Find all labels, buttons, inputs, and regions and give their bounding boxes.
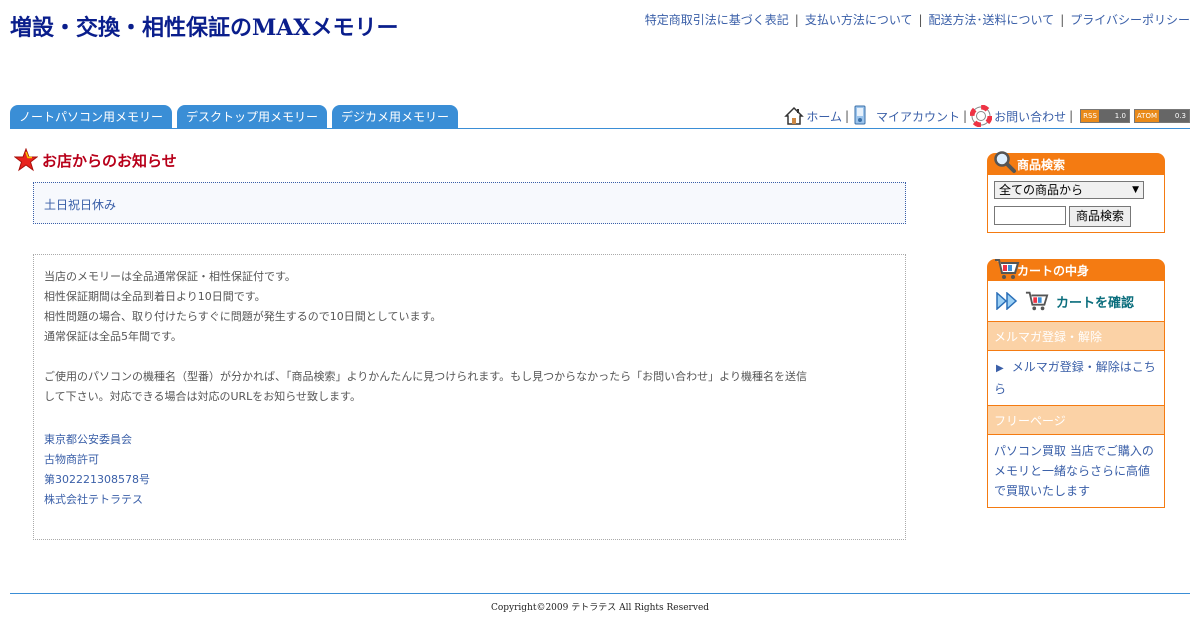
fast-forward-icon [996,292,1018,310]
search-info: ご使用のパソコンの機種名（型番）が分かれば、「商品検索」よりかんたんに見つけられ… [44,367,895,407]
footer-divider [10,593,1190,594]
info-line: 当店のメモリーは全品通常保証・相性保証付です。 [44,270,296,283]
notice-heading: お店からのお知らせ [14,148,177,172]
search-button[interactable]: 商品検索 [1069,206,1132,227]
top-links: 特定商取引法に基づく表記 | 支払い方法について | 配送方法･送料について | プライバシ… [645,11,1190,28]
top-link-privacy[interactable]: プライバシーポリシー [1070,13,1190,27]
contact-link[interactable]: お問い合わせ [970,105,1066,127]
category-tabs: ノートパソコン用メモリー デスクトップ用メモリー デジカメ用メモリー [10,105,459,129]
star-icon [14,148,38,172]
search-panel-header: 商品検索 [987,151,1165,175]
guarantee-info: 当店のメモリーは全品通常保証・相性保証付です。 相性保証期間は全品到着日より10… [44,267,895,347]
cart-panel-header: カートの中身 [987,259,1165,281]
account-icon [854,105,866,125]
registration-line[interactable]: 古物商許可 [44,450,895,470]
separator: | [794,13,799,27]
atom-badge[interactable]: ATOM 0.3 [1133,109,1190,123]
tab-camera-memory[interactable]: デジカメ用メモリー [332,105,459,129]
newsletter-link[interactable]: メルマガ登録・解除はこちら [994,360,1156,396]
utility-links: ホーム | マイアカウント | お問い合わせ | RSS 1.0 ATOM 0.3 [784,104,1190,128]
newsletter-body: ▶ メルマガ登録・解除はこちら [988,351,1164,405]
registration-line[interactable]: 第302221308578号 [44,470,895,490]
separator: | [1069,109,1074,123]
newsletter-header: メルマガ登録・解除 [988,321,1164,351]
top-link-shipping[interactable]: 配送方法･送料について [929,13,1055,27]
free-page-header: フリーページ [988,405,1164,435]
info-box: 当店のメモリーは全品通常保証・相性保証付です。 相性保証期間は全品到着日より10… [33,254,906,540]
info-line: して下さい。対応できる場合は対応のURLをお知らせ致します。 [44,390,361,403]
info-line: 相性保証期間は全品到着日より10日間です。 [44,290,266,303]
info-line: 相性問題の場合、取り付けたらすぐに問題が発生するので10日間としています。 [44,310,442,323]
notice-box: 土日祝日休み [33,182,906,224]
cart-panel: カートの中身 カートを確認 メルマガ登録・解除 ▶ メルマガ登録・解除はこちら フ… [987,259,1165,508]
my-account-link[interactable]: マイアカウント [852,105,960,127]
search-category-select[interactable]: 全ての商品から ▼ [994,181,1144,199]
info-line: 通常保証は全品5年間です。 [44,330,182,343]
registration-line[interactable]: 東京都公安委員会 [44,430,895,450]
contact-label: お問い合わせ [994,109,1067,124]
tab-notebook-memory[interactable]: ノートパソコン用メモリー [10,105,173,129]
search-input[interactable] [994,206,1066,225]
top-link-payment[interactable]: 支払い方法について [805,13,913,27]
search-select-value: 全ての商品から [999,183,1084,197]
separator: | [918,13,923,27]
cart-panel-body: カートを確認 メルマガ登録・解除 ▶ メルマガ登録・解除はこちら フリーページ パ… [987,281,1165,508]
rss-badge[interactable]: RSS 1.0 [1080,109,1130,123]
notice-text[interactable]: 土日祝日休み [44,198,116,212]
top-link-tokushoho[interactable]: 特定商取引法に基づく表記 [645,13,789,27]
home-icon [784,106,805,125]
search-panel-body: 全ての商品から ▼ 商品検索 [987,175,1165,233]
view-cart-link[interactable]: カートを確認 [988,281,1164,321]
separator: | [963,109,968,123]
registration-line[interactable]: 株式会社テトラテス [44,490,895,510]
notice-title-text: お店からのお知らせ [42,151,177,170]
product-search-panel: 商品検索 全ての商品から ▼ 商品検索 [987,151,1165,233]
cart-panel-title: カートの中身 [1017,263,1090,278]
tab-desktop-memory[interactable]: デスクトップ用メモリー [177,105,328,129]
search-row: 商品検索 [994,206,1158,227]
search-panel-title: 商品検索 [1017,157,1066,172]
view-cart-label: カートを確認 [1056,295,1135,311]
play-triangle-icon: ▶ [996,363,1004,374]
home-link[interactable]: ホーム [784,106,842,126]
nav-divider [10,128,1190,129]
magnifier-icon [994,151,1016,173]
copyright: Copyright©2009 テトラテス All Rights Reserved [490,603,710,613]
free-page-body: パソコン買取 当店でご購入のメモリと一緒ならさらに高値で買取いたします [988,435,1164,507]
lifebuoy-icon [970,105,993,127]
site-title[interactable]: 増設・交換・相性保証のMAXメモリー [10,10,399,42]
separator: | [1060,13,1065,27]
separator: | [844,109,850,123]
dropdown-arrow-icon: ▼ [1132,185,1139,195]
account-label: マイアカウント [876,109,961,124]
home-label: ホーム [806,109,842,124]
info-line: ご使用のパソコンの機種名（型番）が分かれば、「商品検索」よりかんたんに見つけられ… [44,370,807,383]
registration-info: 東京都公安委員会 古物商許可 第302221308578号 株式会社テトラテス [44,430,895,510]
cart-icon [1025,291,1049,311]
free-page-link[interactable]: パソコン買取 当店でご購入のメモリと一緒ならさらに高値で買取いたします [994,444,1154,498]
cart-icon [995,259,1020,279]
